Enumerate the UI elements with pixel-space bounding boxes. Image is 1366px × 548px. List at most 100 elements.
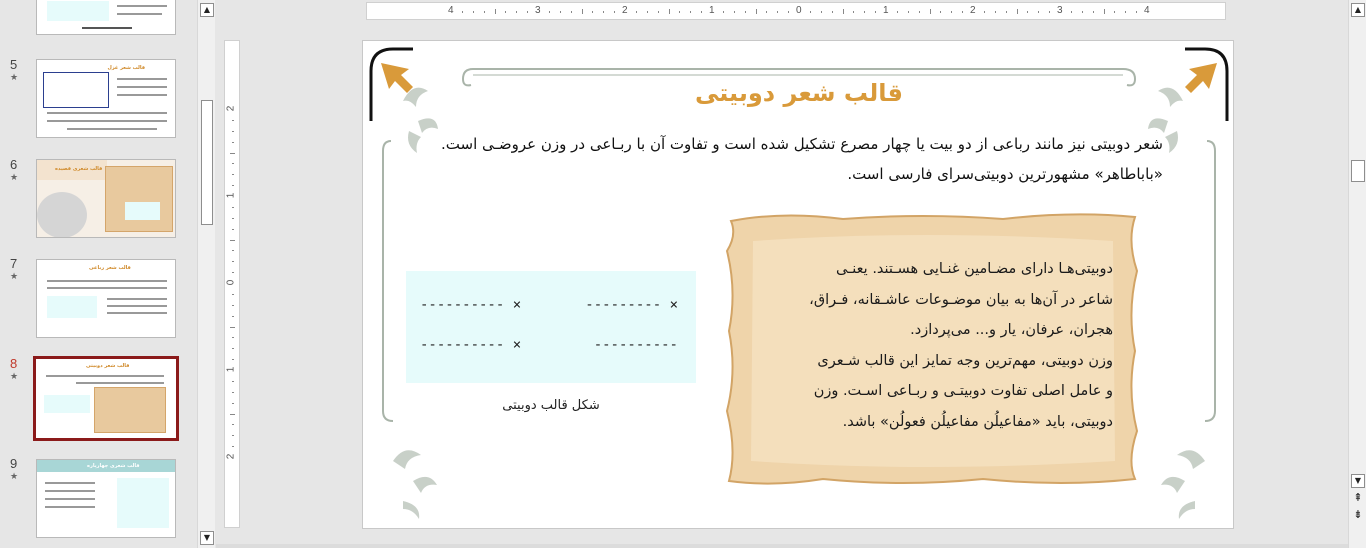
- thumb-text-line: [76, 382, 164, 384]
- slide-number-6: 6: [10, 157, 18, 172]
- thumb-text-line: [45, 482, 95, 484]
- slide-thumbnail-9[interactable]: قالب شعری چهارپاره: [36, 459, 176, 538]
- ruler-tick: [766, 11, 768, 13]
- ruler-tick: [472, 11, 474, 13]
- scroll-down-button[interactable]: ▼: [200, 531, 214, 545]
- ruler-tick: [1016, 9, 1018, 14]
- ruler-label: 2: [225, 105, 237, 112]
- vertical-ruler[interactable]: 2 1 0 1 2: [224, 40, 240, 528]
- poem-row1-right: --------- ×: [585, 297, 678, 313]
- ruler-label: 2: [970, 5, 976, 16]
- slide-thumbnail-4[interactable]: [36, 0, 176, 35]
- ruler-tick: [755, 9, 757, 14]
- ruler-tick: [232, 424, 234, 426]
- ruler-tick: [232, 250, 234, 252]
- ruler-tick: [940, 11, 942, 13]
- scroll-down-button[interactable]: ▼: [1351, 474, 1365, 488]
- slide-canvas[interactable]: قالب شعر دوبیتی شعر دوبیتی نیز مانند ربا…: [362, 40, 1234, 529]
- ruler-tick: [896, 11, 898, 13]
- horizontal-ruler[interactable]: 4 3 2 1 0 1 2 3 4: [366, 2, 1226, 20]
- ruler-tick: [232, 402, 234, 404]
- slide-thumbnail-5[interactable]: قالب شعر غزل: [36, 59, 176, 138]
- thumb-box: [44, 395, 90, 413]
- thumb-text-line: [117, 94, 167, 96]
- thumb-scroll-paper: [105, 166, 173, 232]
- thumb-text-line: [47, 112, 167, 114]
- thumb-text-line: [47, 120, 167, 122]
- thumb-text-line: [107, 312, 167, 314]
- ruler-tick: [232, 272, 234, 274]
- ruler-tick: [679, 11, 681, 13]
- thumb-text-line: [67, 128, 157, 130]
- transition-star-icon: ★: [10, 472, 19, 482]
- ruler-tick: [232, 446, 234, 448]
- slide-thumbnail-8[interactable]: قالب شعر دوبیتی: [33, 356, 179, 441]
- ruler-tick: [951, 11, 953, 13]
- scroll-text-block[interactable]: دوبیتی‌هـا دارای مضـامین غنـایی هسـتند. …: [763, 254, 1113, 437]
- poem-row2-left: ---------- ×: [420, 337, 522, 353]
- scroll-line: دوبیتی‌هـا دارای مضـامین غنـایی هسـتند. …: [835, 261, 1113, 277]
- ruler-tick: [230, 326, 235, 328]
- slide-thumbnail-7[interactable]: قالب شعر رباعی: [36, 259, 176, 338]
- ruler-tick: [1049, 11, 1051, 13]
- ruler-label: 3: [535, 5, 541, 16]
- ruler-tick: [907, 11, 909, 13]
- presentation-app: 5 ★ قالب شعر غزل 6 ★ قالب شعری قصیده 7 ★…: [0, 0, 1366, 548]
- ruler-label: 4: [448, 5, 454, 16]
- scroll-up-button[interactable]: ▲: [200, 3, 214, 17]
- ruler-label: 2: [622, 5, 628, 16]
- ruler-tick: [1005, 11, 1007, 13]
- thumb-text-line: [45, 498, 95, 500]
- ruler-tick: [1114, 11, 1116, 13]
- thumb-circle: [37, 192, 87, 237]
- ruler-tick: [646, 11, 648, 13]
- transition-star-icon: ★: [10, 372, 19, 382]
- slide-number-5: 5: [10, 57, 18, 72]
- ruler-tick: [603, 11, 605, 13]
- ruler-tick: [635, 11, 637, 13]
- slide-number-7: 7: [10, 256, 18, 271]
- ruler-tick: [232, 293, 234, 295]
- next-slide-button[interactable]: ⇟: [1351, 509, 1365, 523]
- thumb-box: [125, 202, 160, 220]
- scrollbar-thumb[interactable]: [201, 100, 213, 225]
- ruler-tick: [548, 11, 550, 13]
- thumb-frame: [43, 72, 109, 108]
- ruler-tick: [831, 11, 833, 13]
- ruler-tick: [853, 11, 855, 13]
- slide-editor[interactable]: 432101234 21012 قالب شعر دوبیتی شعر دوبی…: [216, 0, 1348, 548]
- ruler-tick: [1081, 11, 1083, 13]
- thumb-title: قالب شعری چهارپاره: [87, 463, 140, 469]
- ruler-tick: [842, 9, 844, 14]
- ruler-tick: [820, 11, 822, 13]
- thumbnail-scrollbar[interactable]: ▲ ▼: [197, 0, 215, 548]
- thumb-scroll-paper: [94, 387, 166, 433]
- scrollbar-thumb[interactable]: [1351, 160, 1365, 182]
- slide-title[interactable]: قالب شعر دوبیتی: [363, 79, 1233, 107]
- ruler-tick: [232, 315, 234, 317]
- slide-thumbnail-6[interactable]: قالب شعری قصیده: [36, 159, 176, 238]
- ruler-tick: [809, 11, 811, 13]
- ruler-tick: [232, 391, 234, 393]
- ruler-tick: [232, 119, 234, 121]
- intro-paragraph[interactable]: شعر دوبیتی نیز مانند رباعی از دو بیت یا …: [403, 129, 1163, 189]
- ruler-label: 1: [709, 5, 715, 16]
- ruler-tick: [232, 163, 234, 165]
- ruler-tick: [230, 152, 235, 154]
- slide-number-8: 8: [10, 356, 18, 371]
- scroll-line: هجران، عرفان، یار و... می‌پردازد.: [910, 322, 1113, 338]
- transition-star-icon: ★: [10, 73, 19, 83]
- thumb-title: قالب شعری قصیده: [55, 166, 103, 172]
- ruler-tick: [494, 9, 496, 14]
- ruler-tick: [232, 130, 234, 132]
- poem-form-box[interactable]: --------- × ---------- × ---------- ----…: [406, 271, 696, 383]
- ruler-tick: [657, 11, 659, 13]
- previous-slide-button[interactable]: ⇞: [1351, 492, 1365, 506]
- slide-thumbnail-pane[interactable]: 5 ★ قالب شعر غزل 6 ★ قالب شعری قصیده 7 ★…: [0, 0, 197, 548]
- slide-scrollbar[interactable]: ▲ ▼ ⇞ ⇟: [1348, 0, 1366, 548]
- thumb-text-line: [47, 280, 167, 282]
- ruler-tick: [461, 11, 463, 13]
- poem-caption[interactable]: شکل قالب دوبیتی: [406, 398, 696, 413]
- thumb-text-line: [82, 27, 132, 29]
- scroll-up-button[interactable]: ▲: [1351, 3, 1365, 17]
